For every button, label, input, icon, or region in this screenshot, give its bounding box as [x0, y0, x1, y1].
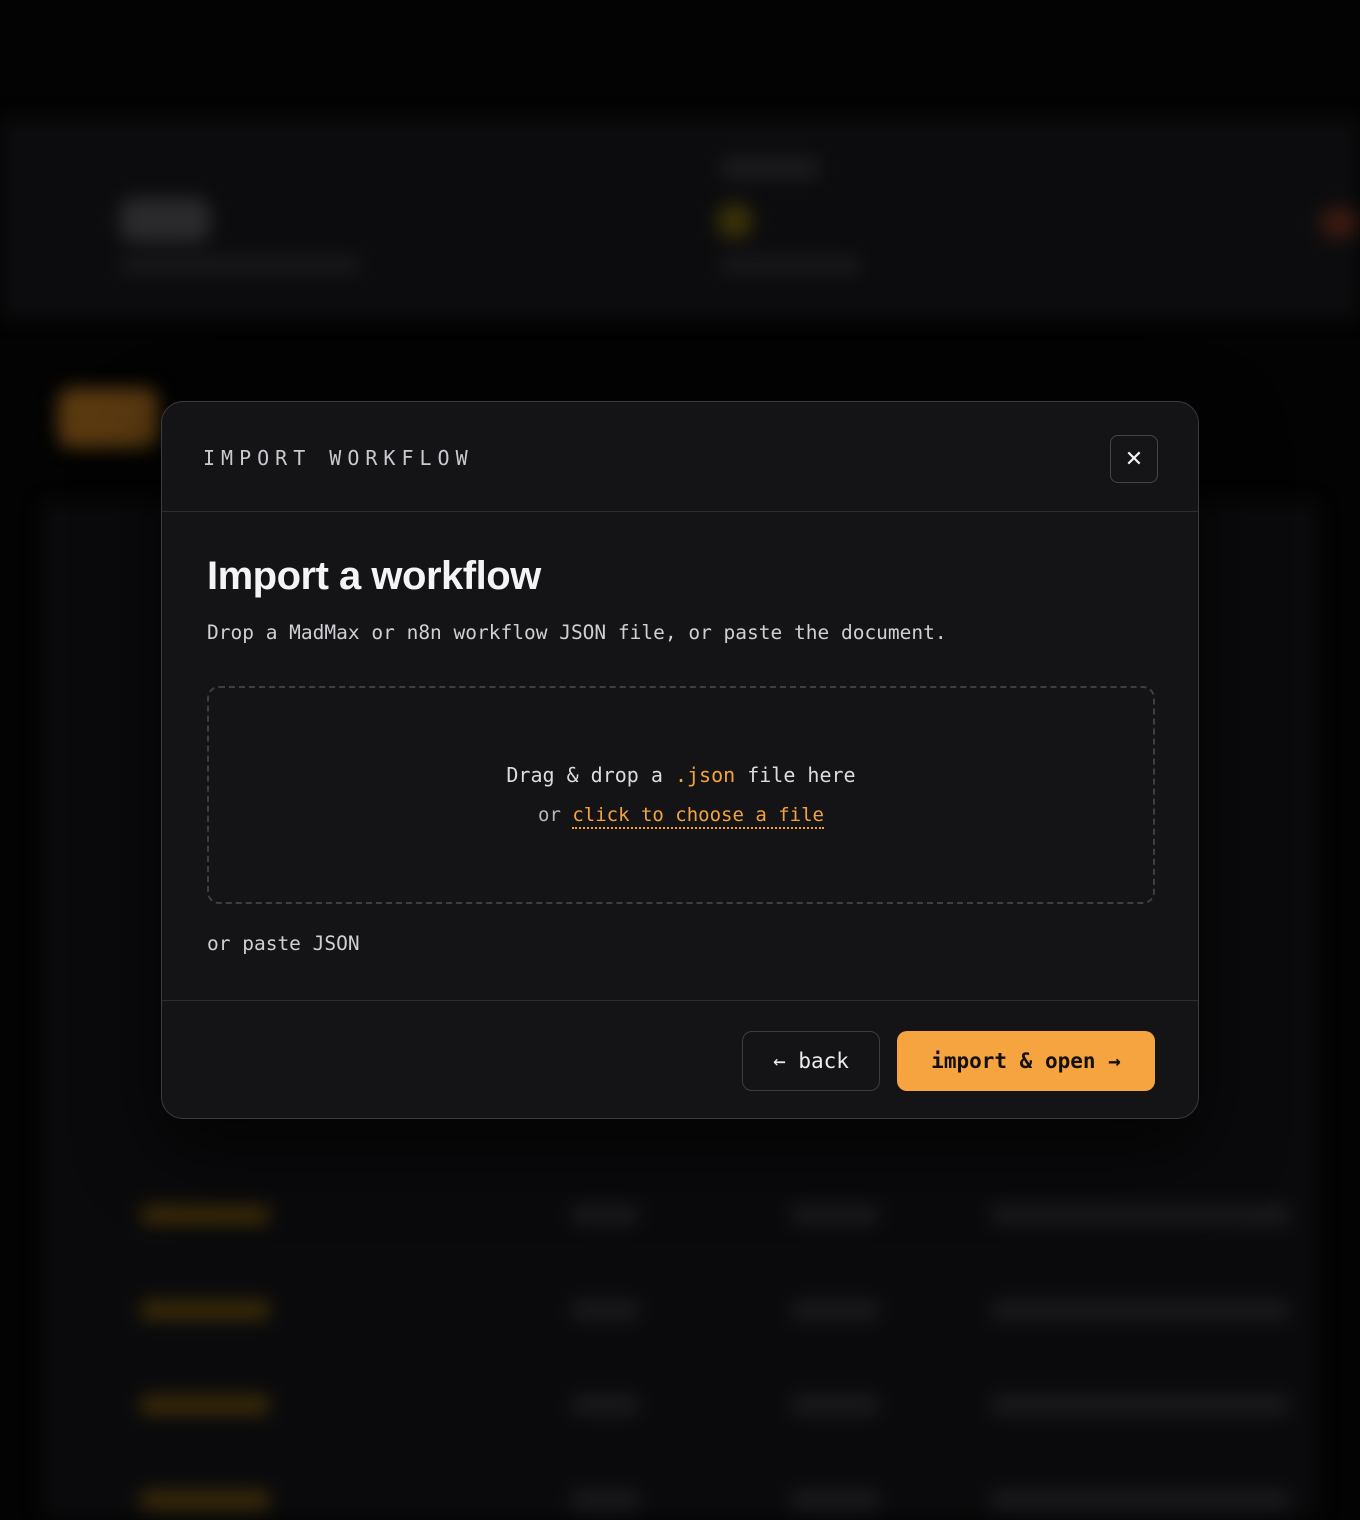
modal-header: IMPORT WORKFLOW ✕ [162, 402, 1198, 512]
background-stat-indicator [718, 204, 752, 238]
choose-file-link[interactable]: click to choose a file [572, 804, 824, 829]
file-dropzone[interactable]: Drag & drop a .json file here or click t… [207, 686, 1155, 904]
dropzone-file-extension: .json [674, 763, 736, 787]
background-table-row [130, 1480, 1290, 1520]
background-header [0, 118, 1360, 318]
background-table-row [130, 1290, 1290, 1330]
dropzone-or-text: or [538, 804, 573, 826]
back-button[interactable]: ← back [742, 1031, 880, 1091]
modal-subtitle: Drop a MadMax or n8n workflow JSON file,… [207, 621, 947, 644]
background-stat [720, 158, 820, 178]
paste-json-label[interactable]: or paste JSON [207, 932, 360, 955]
background-table-row [130, 1195, 1290, 1235]
background-primary-button [58, 388, 158, 448]
import-workflow-modal: IMPORT WORKFLOW ✕ Import a workflow Drop… [161, 401, 1199, 1119]
background-table-row [130, 1385, 1290, 1425]
dropzone-alternative: or click to choose a file [209, 804, 1153, 829]
background-stat-caption [120, 258, 360, 272]
modal-footer: ← back import & open → [162, 1000, 1198, 1120]
dropzone-instructions: Drag & drop a .json file here [209, 763, 1153, 787]
background-stat-indicator [1320, 208, 1360, 238]
modal-eyebrow: IMPORT WORKFLOW [203, 446, 474, 470]
modal-title: Import a workflow [207, 554, 541, 598]
close-button[interactable]: ✕ [1110, 435, 1158, 483]
close-icon: ✕ [1124, 446, 1144, 472]
import-and-open-button[interactable]: import & open → [897, 1031, 1155, 1091]
dropzone-text-suffix: file here [735, 763, 856, 787]
background-stat-caption [720, 258, 860, 272]
background-stat [120, 198, 210, 242]
dropzone-text-prefix: Drag & drop a [506, 763, 675, 787]
